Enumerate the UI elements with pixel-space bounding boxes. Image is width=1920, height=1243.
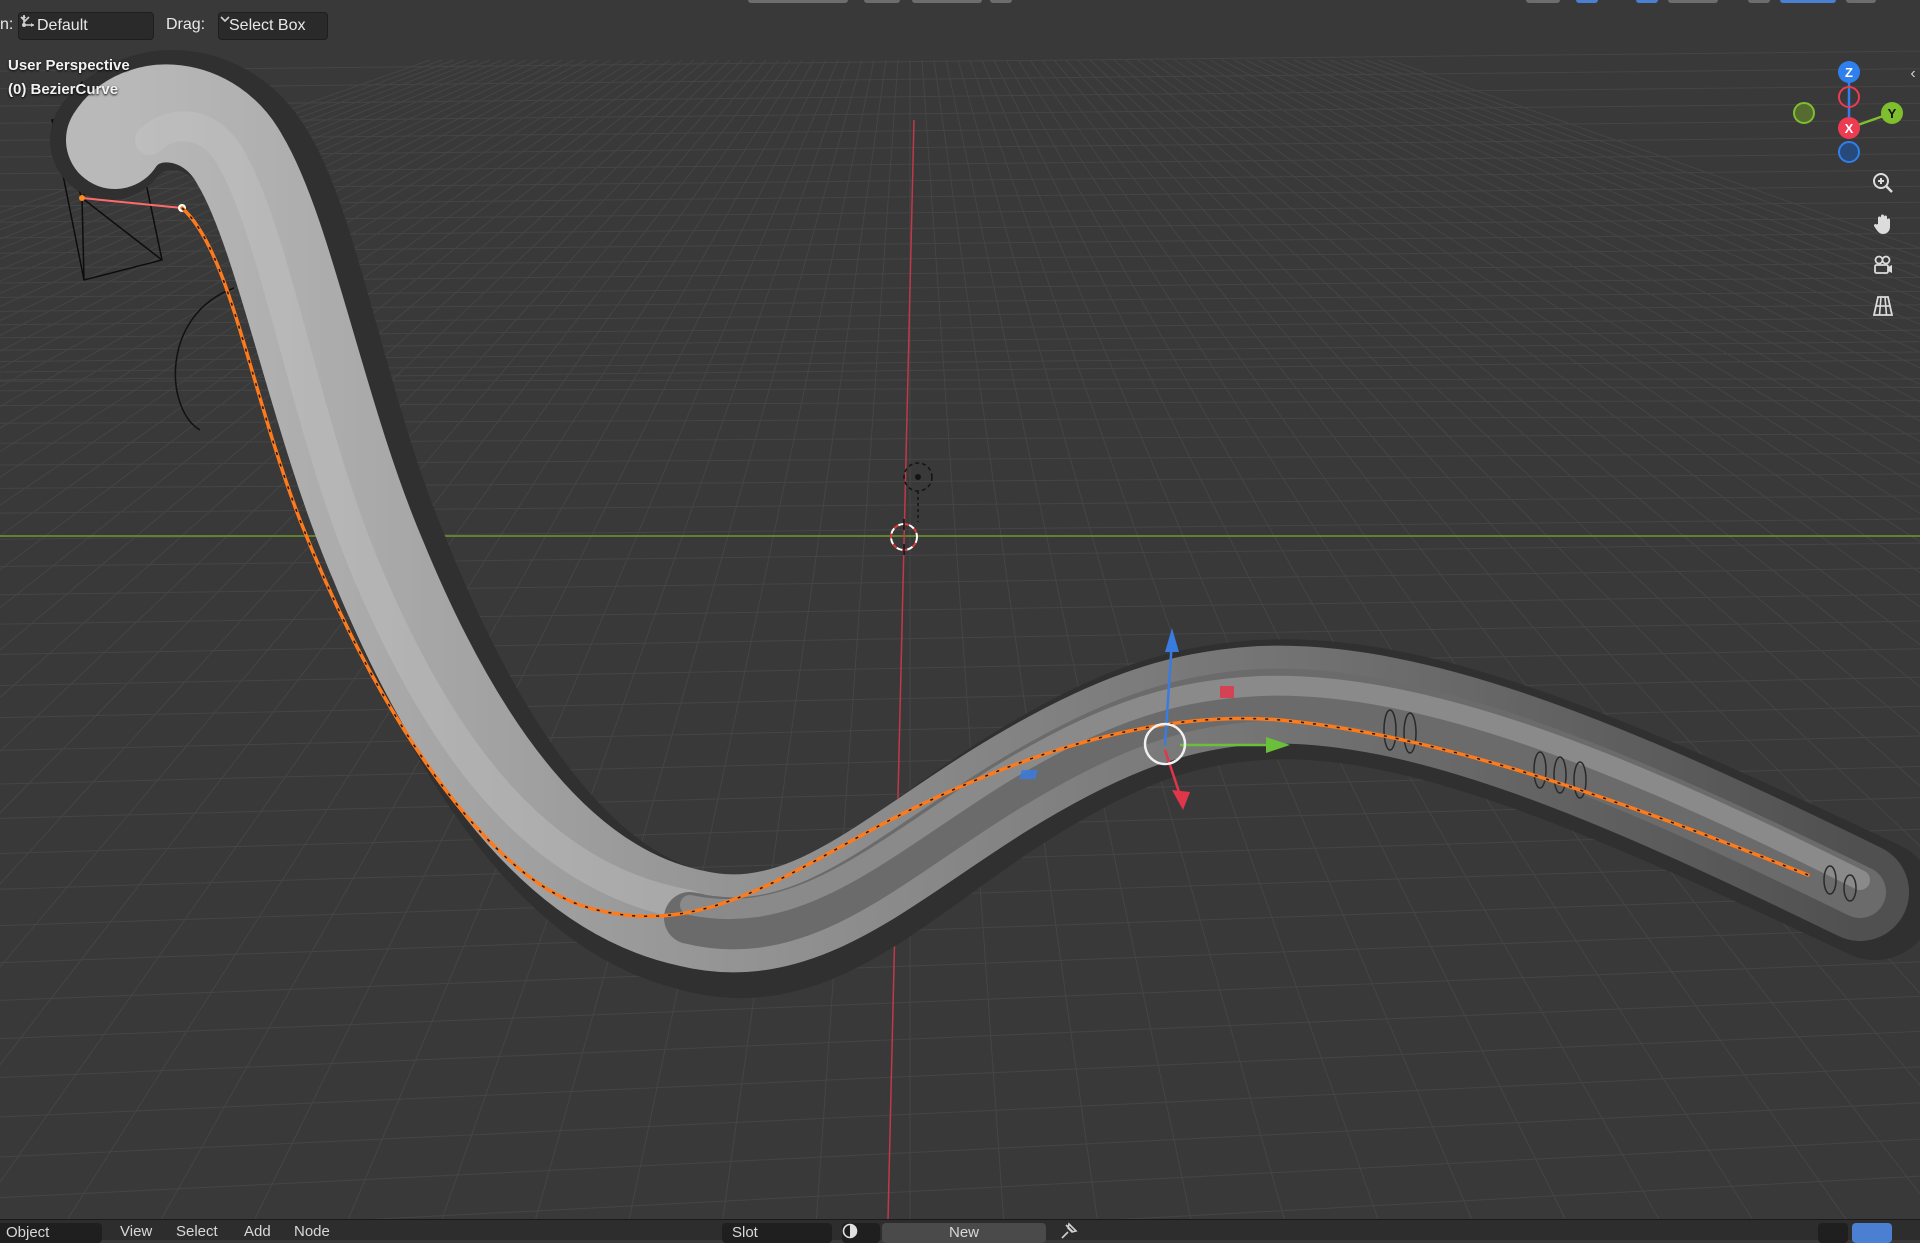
grid-line [624,59,875,1239]
mode-value: Object [6,1224,50,1241]
active-object-label: (0) BezierCurve [8,81,119,98]
toolbar-edge[interactable] [1846,0,1876,3]
grid-line [0,68,1920,90]
orientation-label: n: [0,16,14,33]
neg-z-axis-ball[interactable] [1838,141,1860,163]
3d-viewport[interactable]: n: Default Drag: Select Box User Perspec… [0,0,1920,1243]
menu-node[interactable]: Node [294,1224,330,1240]
grid-line [933,59,1101,1239]
grid-line [0,85,1920,107]
slot-dropdown[interactable]: Slot [722,1223,832,1243]
navigation-gizmo[interactable]: Z X Y [1784,58,1914,168]
slot-value: Slot [732,1224,758,1241]
grid-line [0,893,1920,964]
grid-line [0,961,1920,1040]
y-axis-ball[interactable]: Y [1881,102,1903,124]
orientation-dropdown[interactable]: Default [18,12,154,40]
toolbar-edge[interactable] [1748,0,1770,3]
grid-line [0,495,1920,514]
new-button-label: New [948,1224,979,1241]
grid-line [719,59,887,1239]
menu-select[interactable]: Select [176,1224,218,1240]
toolbar-edge[interactable] [1780,0,1836,3]
grid-line [0,1102,1920,1199]
sidebar-toggle-icon[interactable]: ‹ [1906,62,1920,86]
grid-line [434,59,851,1239]
toolbar-edge[interactable] [912,0,982,3]
perspective-grid-icon[interactable] [1871,294,1905,328]
drag-label: Drag: [166,16,206,33]
toolbar-edge[interactable] [990,0,1012,3]
grid-line [0,676,1920,719]
camera-view-icon[interactable] [1871,253,1905,287]
material-browse-button[interactable] [842,1223,880,1243]
toolbar-edge[interactable] [1576,0,1598,3]
orientation-value: Default [37,17,88,34]
view-name: User Perspective [8,57,130,74]
node-editor-header: Object View Select Add Node Slot New [0,1219,1920,1243]
grid-line [1017,59,1766,1239]
z-axis-ball[interactable]: Z [1838,61,1860,83]
drag-dropdown[interactable]: Select Box [218,12,328,40]
curve-control-point [79,195,85,201]
grid-line [0,542,1920,567]
grid-line [814,59,899,1239]
grid-line [0,648,1920,687]
view-toggle-button[interactable] [1852,1223,1892,1243]
toolbar-edge[interactable] [864,0,900,3]
viewport-header: n: Default Drag: Select Box [0,0,1920,52]
zoom-icon[interactable] [1871,171,1905,205]
grid-line [0,927,1920,1001]
toolbar-edge[interactable] [1668,0,1718,3]
new-material-button[interactable]: New [882,1223,1046,1243]
overlay-toggle-button[interactable] [1818,1223,1848,1243]
grid-line [1329,59,1920,300]
grid-line [945,59,1196,1239]
viewport-canvas[interactable] [0,0,1920,1239]
grid-line [0,1066,1920,1158]
grid-line [529,59,863,1239]
grid-line [1353,59,1920,278]
menu-add[interactable]: Add [244,1224,271,1240]
toolbar-edge[interactable] [748,0,848,3]
grid-line [0,995,1920,1079]
grid-line [0,1030,1920,1118]
neg-y-axis-ball[interactable] [1793,102,1815,124]
toolbar-edge[interactable] [1636,0,1658,3]
grid-line [0,567,1920,596]
grid-line [921,59,1006,1239]
grid-line [1029,59,1861,1239]
mode-dropdown[interactable]: Object [0,1223,102,1243]
drag-value: Select Box [229,17,306,34]
pan-hand-icon[interactable] [1871,212,1905,246]
grid-line [1341,59,1920,289]
toolbar-edge[interactable] [1526,0,1560,3]
x-axis-ball[interactable]: X [1838,117,1860,139]
menu-view[interactable]: View [120,1224,152,1240]
